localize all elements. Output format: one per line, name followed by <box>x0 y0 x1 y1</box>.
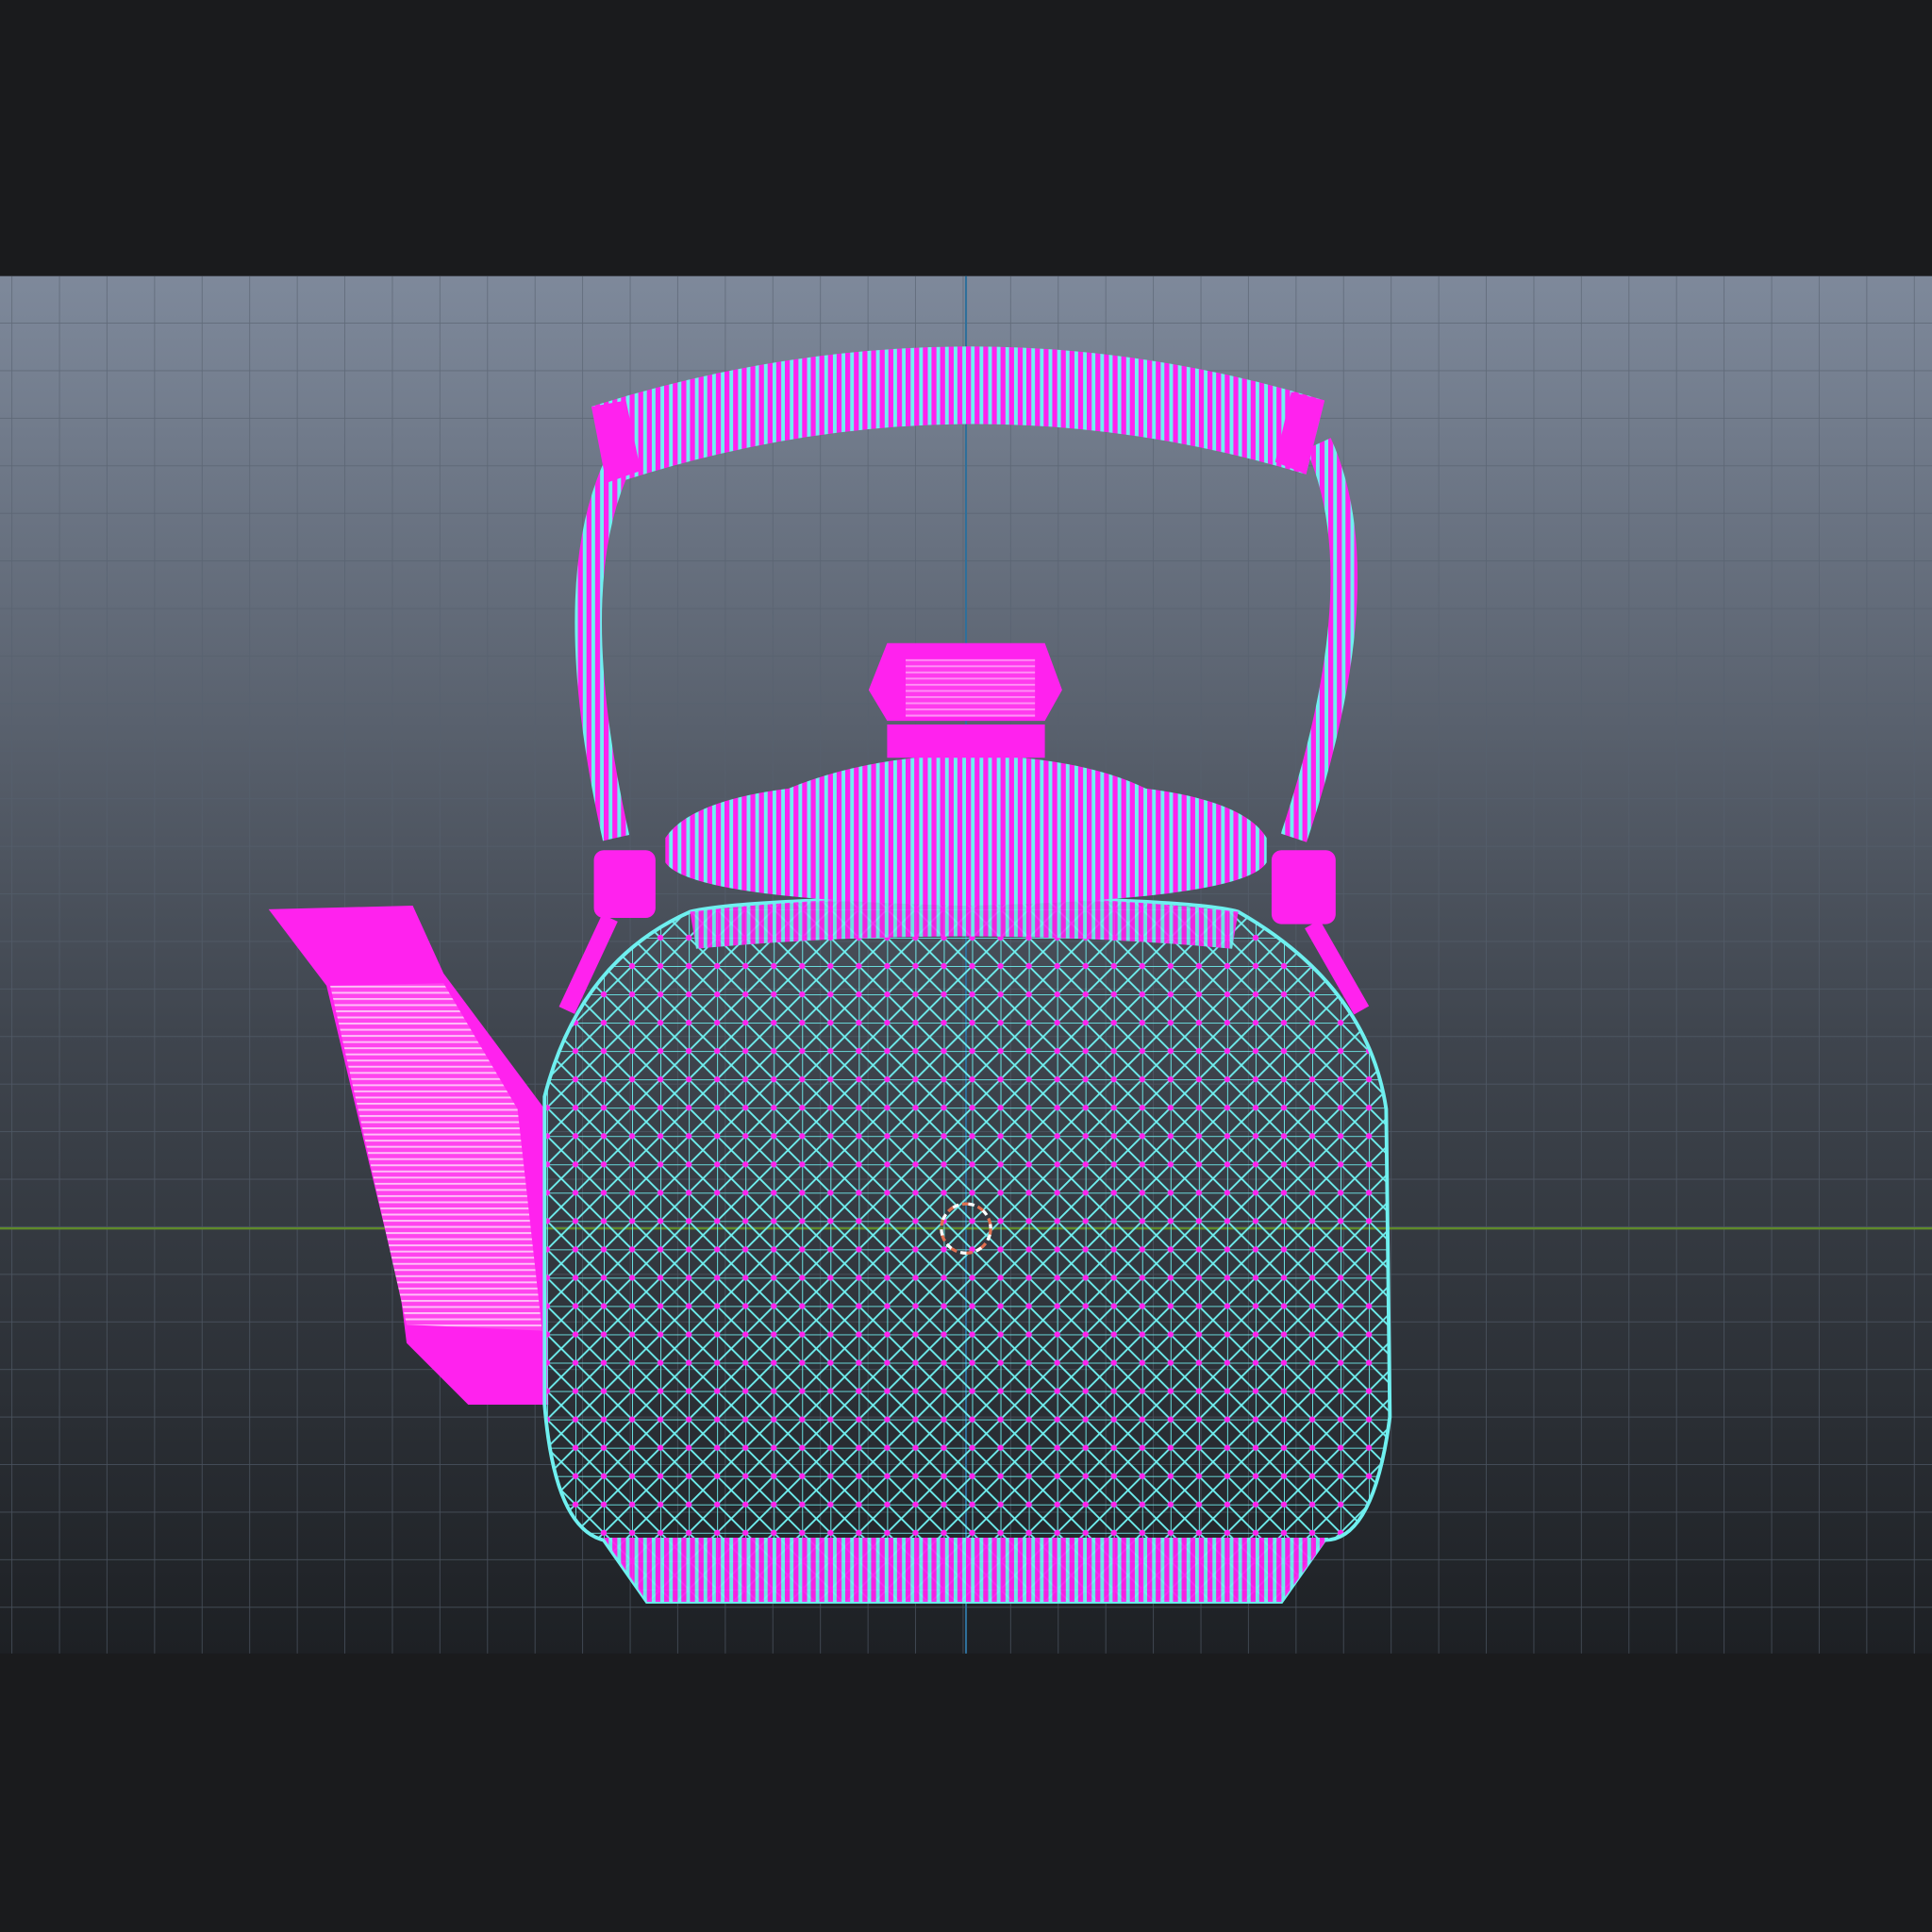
3d-viewport[interactable] <box>0 0 1932 1932</box>
teapot-body <box>542 894 1392 1604</box>
